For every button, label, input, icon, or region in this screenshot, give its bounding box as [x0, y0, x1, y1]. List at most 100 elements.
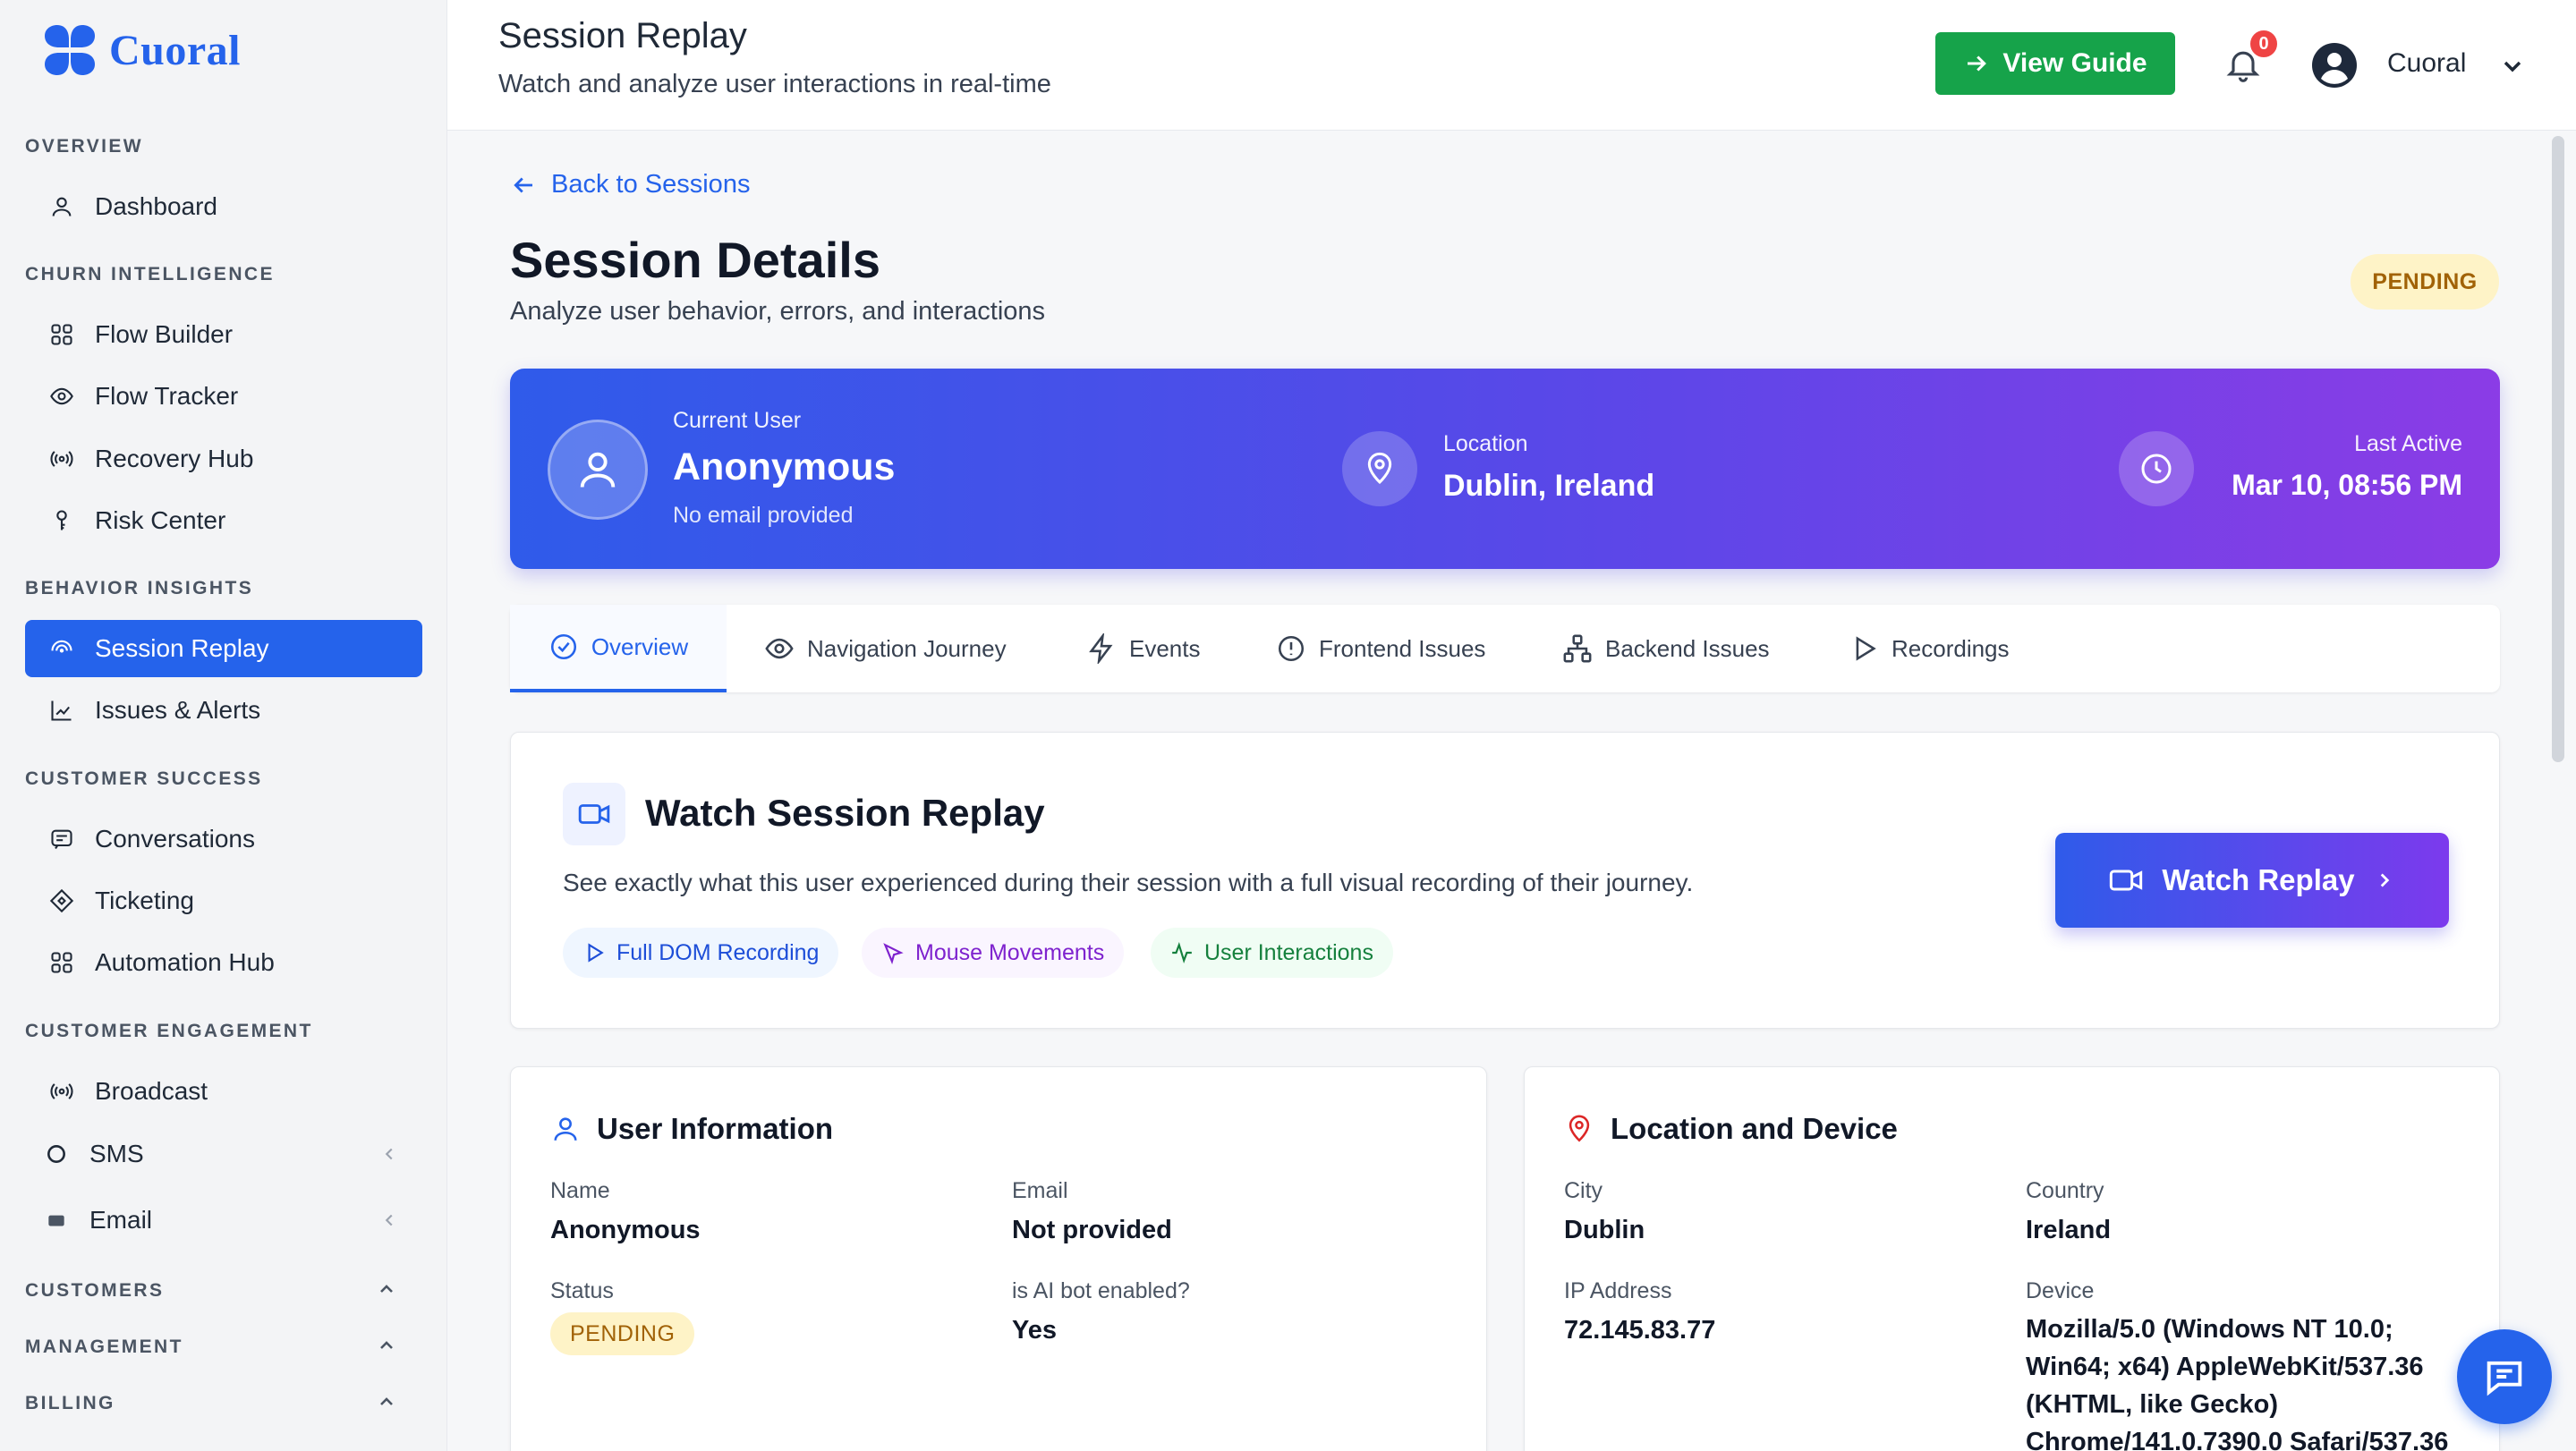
- lightning-icon: [1089, 633, 1113, 664]
- section-label: CUSTOMERS: [25, 1280, 165, 1301]
- session-tabs: Overview Navigation Journey Events Front…: [510, 605, 2500, 692]
- device-label: Device: [2026, 1278, 2095, 1303]
- map-pin-icon: [1367, 452, 1392, 485]
- watch-replay-button[interactable]: Watch Replay: [2055, 833, 2449, 928]
- map-pin-icon: [1569, 1115, 1590, 1142]
- tab-navigation-journey[interactable]: Navigation Journey: [764, 605, 1007, 692]
- sidebar-item-label: Dashboard: [95, 192, 217, 220]
- chat-icon: [2487, 1361, 2522, 1396]
- section-overview: OVERVIEW: [25, 136, 144, 157]
- sidebar-item-label: Conversations: [95, 825, 255, 853]
- sidebar-item-flow-tracker[interactable]: Flow Tracker: [25, 368, 422, 425]
- activity-icon: [1172, 941, 1192, 964]
- video-icon-box: [563, 783, 625, 845]
- user-icon: [554, 1117, 577, 1141]
- scrollbar-thumb[interactable]: [2552, 136, 2564, 762]
- clock-icon-circle: [2119, 431, 2194, 506]
- city-value: Dublin: [1564, 1216, 1645, 1244]
- chat-support-button[interactable]: [2457, 1329, 2552, 1424]
- chevron-up-icon[interactable]: [376, 1335, 397, 1356]
- email-value: Not provided: [1012, 1216, 1172, 1244]
- chip-full-dom-recording: Full DOM Recording: [563, 928, 839, 978]
- ip-address-value: 72.145.83.77: [1564, 1316, 1716, 1345]
- video-icon: [2110, 870, 2143, 891]
- chart-icon: [48, 697, 75, 724]
- current-user-label: Current User: [673, 408, 802, 433]
- view-guide-button[interactable]: View Guide: [1935, 32, 2175, 95]
- chevron-left-icon[interactable]: [379, 1210, 399, 1230]
- tab-backend-issues[interactable]: Backend Issues: [1562, 605, 1770, 692]
- country-label: Country: [2026, 1178, 2104, 1203]
- broadcast-icon: [48, 1078, 75, 1105]
- ai-bot-label: is AI bot enabled?: [1012, 1278, 1190, 1303]
- sidebar-item-risk-center[interactable]: Risk Center: [25, 492, 422, 549]
- email-label: Email: [1012, 1178, 1068, 1203]
- tab-overview[interactable]: Overview: [510, 605, 727, 692]
- sidebar-item-email[interactable]: Email: [25, 1192, 422, 1249]
- sidebar-item-flow-builder[interactable]: Flow Builder: [25, 306, 422, 363]
- status-pill: PENDING: [550, 1312, 695, 1355]
- tab-label: Backend Issues: [1605, 634, 1770, 662]
- play-icon: [1856, 636, 1876, 661]
- sidebar-item-sms[interactable]: SMS: [25, 1125, 422, 1183]
- sidebar-item-issues-alerts[interactable]: Issues & Alerts: [25, 682, 422, 739]
- sidebar-item-broadcast[interactable]: Broadcast: [25, 1063, 422, 1120]
- watch-replay-title: Watch Session Replay: [645, 792, 1045, 834]
- user-icon: [580, 452, 616, 488]
- section-management[interactable]: MANAGEMENT: [25, 1336, 422, 1358]
- section-churn-intelligence: CHURN INTELLIGENCE: [25, 264, 275, 284]
- sidebar-item-ticketing[interactable]: Ticketing: [25, 872, 422, 929]
- user-name[interactable]: Cuoral: [2387, 48, 2466, 79]
- watch-replay-card: Watch Session Replay See exactly what th…: [510, 732, 2500, 1029]
- location-label: Location: [1443, 431, 1528, 456]
- message-icon: [48, 826, 75, 853]
- chevron-right-icon: [2380, 873, 2389, 887]
- back-to-sessions-link[interactable]: Back to Sessions: [510, 170, 750, 199]
- sidebar-item-session-replay[interactable]: Session Replay: [25, 620, 422, 677]
- mail-icon: [43, 1207, 70, 1234]
- alert-circle-icon: [1278, 635, 1305, 662]
- tab-frontend-issues[interactable]: Frontend Issues: [1276, 605, 1485, 692]
- tab-events[interactable]: Events: [1086, 605, 1201, 692]
- sidebar-item-automation-hub[interactable]: Automation Hub: [25, 934, 422, 991]
- section-behavior-insights: BEHAVIOR INSIGHTS: [25, 578, 254, 598]
- chevron-left-icon[interactable]: [379, 1144, 399, 1164]
- eye-icon: [765, 638, 794, 659]
- status-label: Status: [550, 1278, 614, 1303]
- chevron-up-icon[interactable]: [376, 1391, 397, 1413]
- user-icon: [48, 193, 75, 220]
- arrow-right-icon: [1968, 55, 1987, 72]
- section-customers[interactable]: CUSTOMERS: [25, 1280, 422, 1302]
- chip-label: Mouse Movements: [915, 939, 1105, 965]
- chip-mouse-movements: Mouse Movements: [862, 928, 1125, 978]
- tab-label: Overview: [591, 632, 689, 660]
- user-information-card: User Information Name Anonymous Email No…: [510, 1066, 1487, 1451]
- tab-recordings[interactable]: Recordings: [1849, 605, 2010, 692]
- page-subtitle: Analyze user behavior, errors, and inter…: [510, 297, 1046, 326]
- brand-logo[interactable]: Cuoral: [39, 20, 241, 81]
- location-value: Dublin, Ireland: [1443, 469, 1655, 503]
- sidebar-item-label: Email: [89, 1206, 153, 1234]
- cursor-icon: [883, 943, 904, 964]
- sidebar-item-label: Risk Center: [95, 506, 226, 534]
- section-label: MANAGEMENT: [25, 1336, 183, 1357]
- watch-replay-label: Watch Replay: [2162, 863, 2355, 896]
- section-customer-success: CUSTOMER SUCCESS: [25, 768, 263, 789]
- tab-label: Navigation Journey: [807, 634, 1007, 662]
- sidebar-item-recovery-hub[interactable]: Recovery Hub: [25, 430, 422, 488]
- last-active-label: Last Active: [2354, 431, 2462, 456]
- location-device-header: Location and Device: [1564, 1112, 1898, 1146]
- city-label: City: [1564, 1178, 1603, 1203]
- avatar-icon[interactable]: [2312, 43, 2357, 88]
- ticket-icon: [48, 887, 75, 914]
- sidebar-item-conversations[interactable]: Conversations: [25, 810, 422, 868]
- sidebar-item-label: Session Replay: [95, 634, 269, 662]
- chevron-down-icon[interactable]: [2498, 52, 2527, 81]
- chevron-up-icon[interactable]: [376, 1278, 397, 1300]
- sidebar-item-dashboard[interactable]: Dashboard: [25, 178, 422, 235]
- user-information-header: User Information: [550, 1112, 833, 1146]
- broadcast-icon: [48, 445, 75, 472]
- logo-icon: [45, 25, 95, 75]
- replay-icon: [48, 635, 75, 662]
- section-billing[interactable]: BILLING: [25, 1393, 422, 1414]
